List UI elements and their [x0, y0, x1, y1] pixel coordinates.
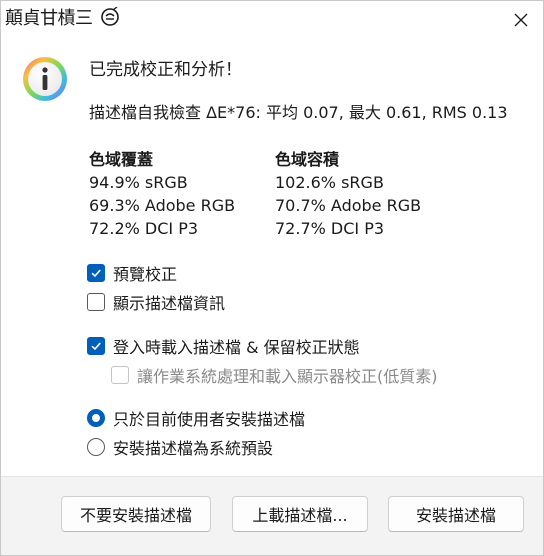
install-system-default-label: 安裝描述檔為系統預設: [113, 439, 274, 458]
gamut-coverage-srgb: 94.9% sRGB: [89, 173, 188, 192]
install-system-default-radio[interactable]: [87, 438, 105, 456]
load-on-login-option[interactable]: 登入時載入描述檔 & 保留校正狀態: [87, 334, 360, 358]
gamut-volume-title: 色域容積: [275, 150, 340, 169]
preview-calibration-checkbox[interactable]: [87, 264, 105, 282]
install-current-user-radio[interactable]: [87, 409, 105, 427]
install-current-user-label: 只於目前使用者安裝描述檔: [113, 410, 306, 429]
upload-profile-button[interactable]: 上載描述檔...: [232, 496, 368, 532]
dialog-content: 已完成校正和分析！ 描述檔自我檢查 ΔE*76: 平均 0.07, 最大 0.6…: [1, 39, 543, 477]
load-on-login-label: 登入時載入描述檔 & 保留校正狀態: [113, 338, 360, 357]
gamut-volume-section: 色域容積 102.6% sRGB 70.7% Adobe RGB 72.7% D…: [275, 149, 455, 240]
show-profile-info-checkbox[interactable]: [87, 293, 105, 311]
show-profile-info-label: 顯示描述檔資訊: [113, 294, 226, 313]
show-profile-info-option[interactable]: 顯示描述檔資訊: [87, 290, 225, 314]
dont-install-profile-button[interactable]: 不要安裝描述檔: [61, 496, 211, 532]
gamut-coverage-title: 色域覆蓋: [89, 150, 154, 169]
os-handle-loading-checkbox: [111, 366, 129, 384]
gamut-coverage-dci-p3: 72.2% DCI P3: [89, 219, 199, 238]
checkmark-icon: [91, 342, 101, 351]
calibration-complete-dialog: 顛貞甘樍三 已完成校正和分析！ 描述檔自我檢查 ΔE*76: 平均 0.07, …: [0, 0, 544, 556]
profile-self-check: 描述檔自我檢查 ΔE*76: 平均 0.07, 最大 0.61, RMS 0.1…: [89, 103, 508, 122]
app-logo-icon: [100, 6, 119, 26]
preview-calibration-label: 預覽校正: [113, 265, 178, 284]
gamut-volume-dci-p3: 72.7% DCI P3: [275, 219, 385, 238]
checkmark-icon: [91, 269, 101, 278]
info-icon: [23, 57, 67, 101]
install-system-default-option[interactable]: 安裝描述檔為系統預設: [87, 435, 273, 459]
completion-heading: 已完成校正和分析！: [89, 60, 242, 80]
os-handle-loading-option: 讓作業系統處理和載入顯示器校正(低質素): [111, 363, 438, 387]
dialog-footer: 不要安裝描述檔 上載描述檔... 安裝描述檔: [1, 476, 543, 555]
gamut-volume-adobe-rgb: 70.7% Adobe RGB: [275, 196, 422, 215]
gamut-coverage-adobe-rgb: 69.3% Adobe RGB: [89, 196, 236, 215]
install-current-user-option[interactable]: 只於目前使用者安裝描述檔: [87, 406, 305, 430]
gamut-volume-srgb: 102.6% sRGB: [275, 173, 384, 192]
window-title: 顛貞甘樍三: [5, 6, 120, 30]
gamut-coverage-section: 色域覆蓋 94.9% sRGB 69.3% Adobe RGB 72.2% DC…: [89, 149, 269, 240]
install-profile-button[interactable]: 安裝描述檔: [388, 496, 524, 532]
os-handle-loading-label: 讓作業系統處理和載入顯示器校正(低質素): [137, 367, 438, 386]
window-title-text: 顛貞甘樍三: [5, 8, 93, 29]
title-bar: 顛貞甘樍三: [1, 1, 543, 39]
close-icon: [514, 13, 528, 27]
load-on-login-checkbox[interactable]: [87, 337, 105, 355]
preview-calibration-option[interactable]: 預覽校正: [87, 261, 177, 285]
close-button[interactable]: [499, 1, 543, 39]
